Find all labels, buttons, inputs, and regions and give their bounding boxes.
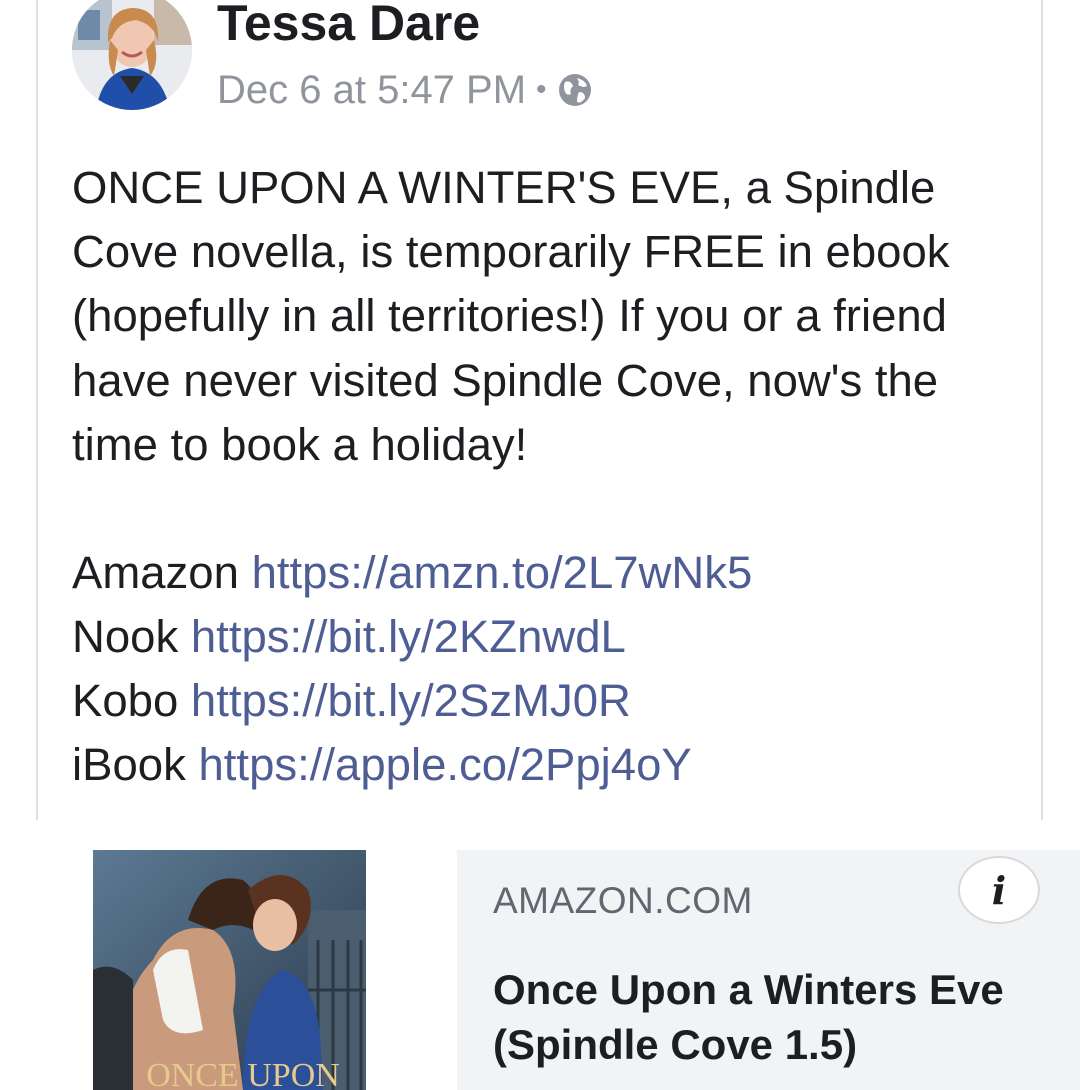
link-row-amazon: Amazon https://amzn.to/2L7wNk5 bbox=[72, 541, 752, 605]
author-avatar[interactable] bbox=[72, 0, 192, 110]
post-body-text: ONCE UPON A WINTER'S EVE, a Spindle Cove… bbox=[72, 162, 950, 470]
link-row-kobo: Kobo https://bit.ly/2SzMJ0R bbox=[72, 669, 752, 733]
globe-icon[interactable] bbox=[557, 72, 593, 108]
amazon-link[interactable]: https://amzn.to/2L7wNk5 bbox=[252, 547, 753, 598]
link-row-ibook: iBook https://apple.co/2Ppj4oY bbox=[72, 733, 752, 797]
ibook-link[interactable]: https://apple.co/2Ppj4oY bbox=[198, 739, 691, 790]
link-row-nook: Nook https://bit.ly/2KZnwdL bbox=[72, 605, 752, 669]
post-body: ONCE UPON A WINTER'S EVE, a Spindle Cove… bbox=[72, 156, 1012, 477]
author-name[interactable]: Tessa Dare bbox=[217, 0, 480, 58]
nook-link[interactable]: https://bit.ly/2KZnwdL bbox=[191, 611, 626, 662]
store-links: Amazon https://amzn.to/2L7wNk5 Nook http… bbox=[72, 541, 752, 797]
store-label: iBook bbox=[72, 739, 186, 790]
preview-domain: AMAZON.COM bbox=[493, 880, 753, 921]
book-cover-image[interactable]: ONCE UPON bbox=[93, 850, 366, 1090]
preview-title[interactable]: Once Upon a Winters Eve (Spindle Cove 1.… bbox=[493, 962, 1053, 1072]
info-icon[interactable]: i bbox=[958, 856, 1040, 924]
store-label: Kobo bbox=[72, 675, 179, 726]
post-timestamp[interactable]: Dec 6 at 5:47 PM bbox=[217, 68, 526, 113]
meta-separator: • bbox=[536, 73, 547, 106]
store-label: Amazon bbox=[72, 547, 239, 598]
store-label: Nook bbox=[72, 611, 179, 662]
cover-title-text: ONCE UPON bbox=[146, 1057, 340, 1090]
post-meta: Dec 6 at 5:47 PM • bbox=[217, 62, 593, 118]
kobo-link[interactable]: https://bit.ly/2SzMJ0R bbox=[191, 675, 631, 726]
